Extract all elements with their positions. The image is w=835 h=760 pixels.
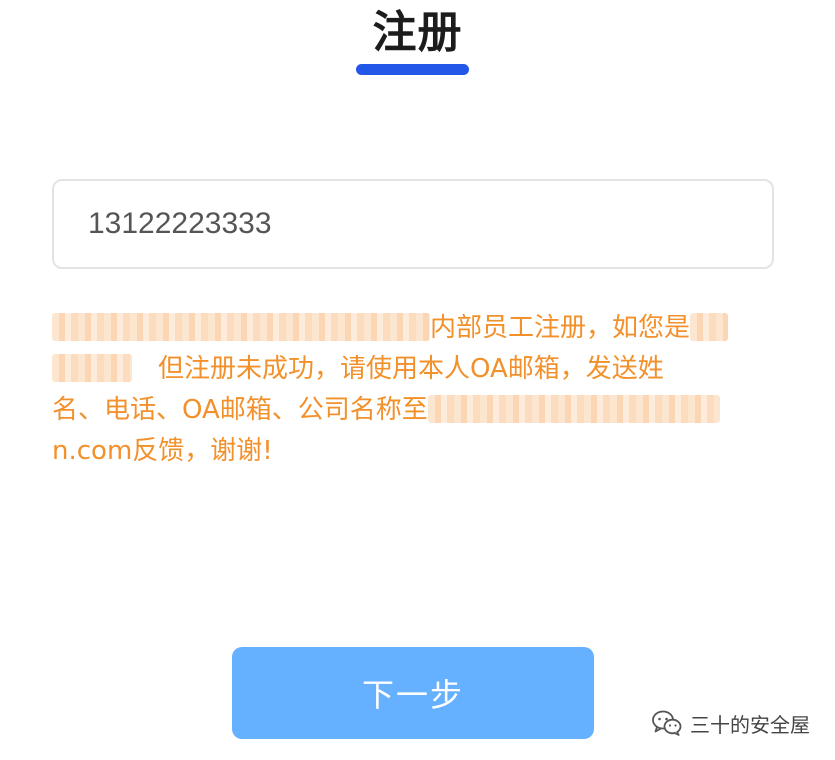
notice-text-3: 名、电话、OA邮箱、公司名称至	[52, 395, 428, 425]
redacted-text	[52, 353, 132, 382]
notice-line-1: 内部员工注册，如您是	[52, 308, 780, 349]
register-page: 注册 内部员工注册，如您是 但注册未成功，请使用本人OA邮箱，发送姓 名、电话、…	[0, 0, 835, 760]
notice-text-2: 但注册未成功，请使用本人OA邮箱，发送姓	[158, 354, 664, 384]
notice-text-1: 内部员工注册，如您是	[430, 313, 691, 343]
notice-line-4: n.com反馈，谢谢!	[52, 431, 780, 472]
redacted-email	[427, 394, 720, 423]
notice-text-4: n.com反馈，谢谢!	[52, 436, 273, 466]
wechat-icon	[652, 710, 682, 736]
notice-line-3: 名、电话、OA邮箱、公司名称至	[52, 390, 780, 431]
page-title: 注册	[372, 7, 463, 58]
redacted-text	[690, 312, 729, 341]
registration-notice: 内部员工注册，如您是 但注册未成功，请使用本人OA邮箱，发送姓 名、电话、OA邮…	[52, 308, 780, 472]
phone-input[interactable]	[52, 179, 774, 269]
watermark-text: 三十的安全屋	[690, 712, 810, 737]
notice-line-2: 但注册未成功，请使用本人OA邮箱，发送姓	[52, 349, 780, 390]
next-step-button[interactable]: 下一步	[232, 647, 594, 739]
redacted-text	[52, 312, 430, 341]
title-underline	[356, 64, 469, 75]
watermark: 三十的安全屋	[652, 708, 810, 738]
